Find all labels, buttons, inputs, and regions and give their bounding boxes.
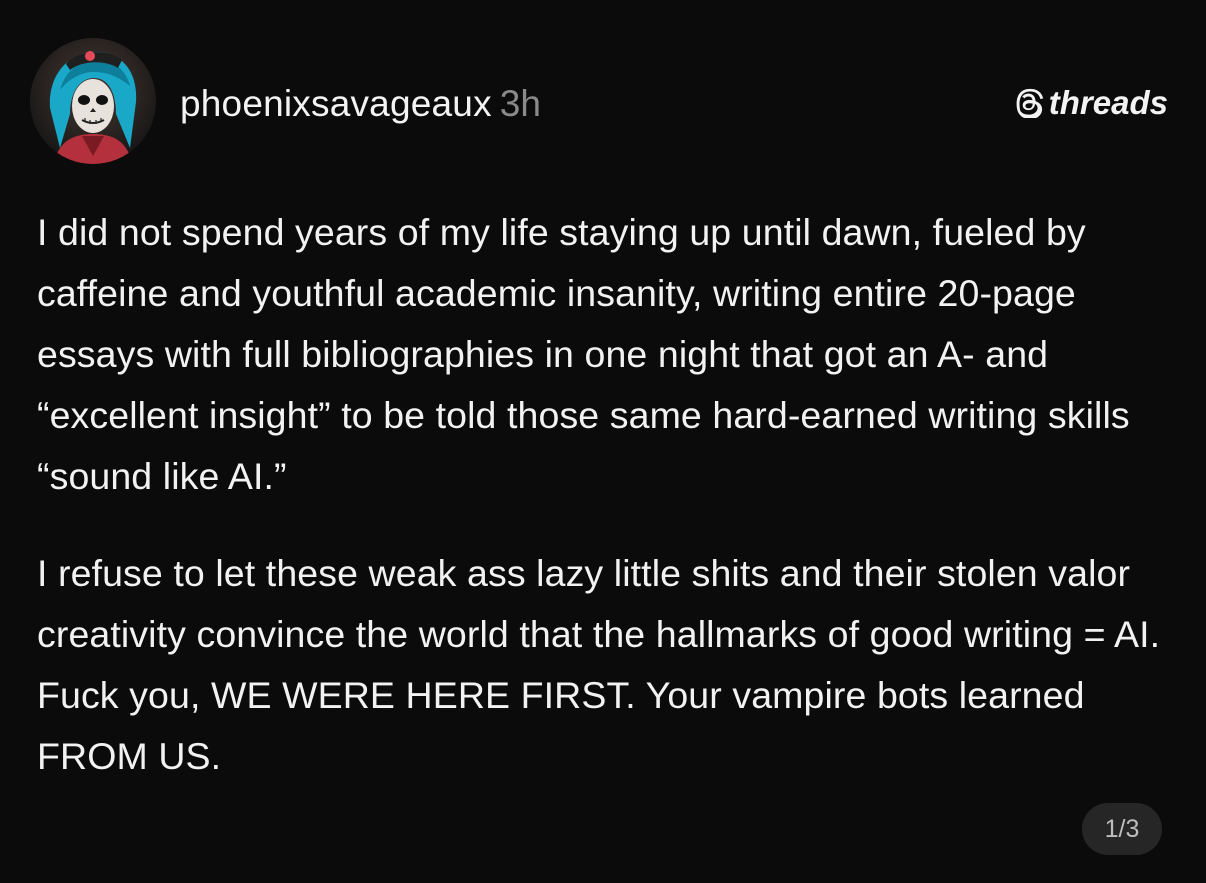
post-header: phoenixsavageaux 3h threads — [30, 38, 1170, 168]
post-paragraph-2: I refuse to let these weak ass lazy litt… — [37, 552, 1161, 777]
timestamp: 3h — [499, 83, 541, 124]
username[interactable]: phoenixsavageaux — [180, 83, 492, 124]
threads-brand[interactable]: threads — [1015, 84, 1168, 122]
threads-post: phoenixsavageaux 3h threads I did not spe… — [0, 0, 1206, 883]
page-indicator-badge: 1/3 — [1082, 803, 1162, 855]
threads-wordmark: threads — [1048, 84, 1168, 121]
post-body: I did not spend years of my life staying… — [37, 202, 1177, 787]
username-row: phoenixsavageaux 3h — [180, 82, 541, 126]
avatar-illustration — [30, 38, 156, 164]
threads-logo-icon — [1016, 88, 1043, 118]
avatar[interactable] — [30, 38, 156, 164]
post-paragraph-1: I did not spend years of my life staying… — [37, 211, 1130, 497]
